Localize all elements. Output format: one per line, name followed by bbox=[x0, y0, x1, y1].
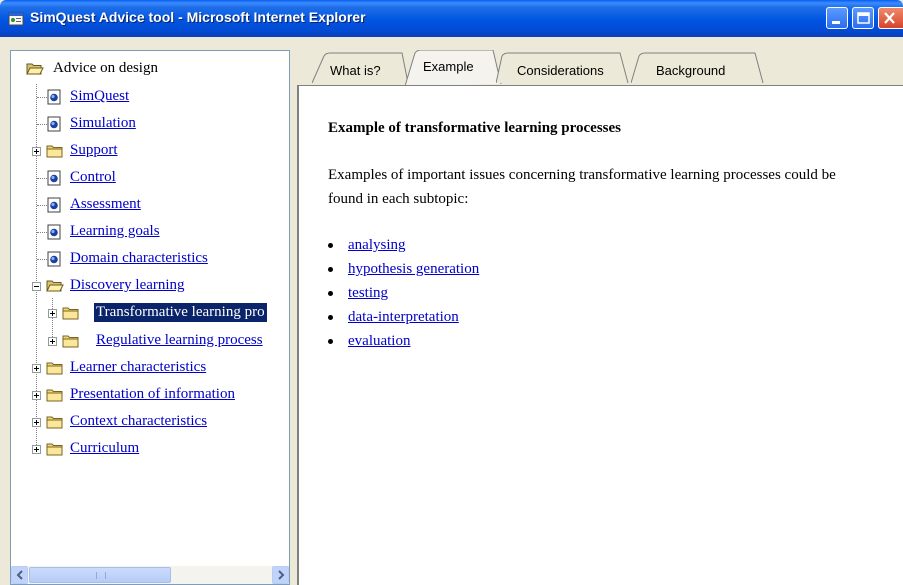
document-icon bbox=[47, 197, 61, 213]
minimize-button[interactable] bbox=[826, 7, 848, 29]
bullet bbox=[328, 267, 333, 272]
folder-icon bbox=[62, 335, 79, 348]
tab-what-is-label: What is? bbox=[330, 63, 381, 78]
document-icon bbox=[47, 116, 61, 132]
content-area: Example of transformative learning proce… bbox=[297, 85, 903, 585]
link-data-interpretation[interactable]: data-interpretation bbox=[348, 306, 459, 328]
expand-toggle[interactable] bbox=[48, 309, 57, 318]
link-analysing[interactable]: analysing bbox=[348, 234, 406, 256]
expand-toggle[interactable] bbox=[32, 391, 41, 400]
tree-item-simulation[interactable]: Simulation bbox=[68, 114, 138, 133]
tab-background-label: Background bbox=[656, 63, 726, 78]
tree-pane: Advice on design SimQuest Simulation Sup… bbox=[10, 50, 290, 585]
open-folder-icon bbox=[46, 280, 64, 292]
maximize-button[interactable] bbox=[852, 7, 874, 29]
tree-item-context-characteristics[interactable]: Context characteristics bbox=[68, 412, 209, 431]
tree-item-learning-goals[interactable]: Learning goals bbox=[68, 222, 162, 241]
maximize-icon bbox=[857, 12, 870, 24]
tree-item-domain-characteristics[interactable]: Domain characteristics bbox=[68, 249, 210, 268]
content-title: Example of transformative learning proce… bbox=[328, 120, 622, 136]
tree-item-learner-characteristics[interactable]: Learner characteristics bbox=[68, 358, 208, 377]
folder-icon bbox=[46, 389, 63, 402]
advice-tree: Advice on design SimQuest Simulation Sup… bbox=[11, 51, 289, 566]
tree-item-transformative-learning[interactable]: Transformative learning pro bbox=[94, 303, 267, 322]
tab-example[interactable]: Example bbox=[405, 50, 505, 86]
bullet bbox=[328, 243, 333, 248]
expand-toggle[interactable] bbox=[32, 445, 41, 454]
tree-item-assessment[interactable]: Assessment bbox=[68, 195, 143, 214]
close-icon bbox=[884, 12, 895, 24]
scroll-grip bbox=[96, 572, 106, 579]
collapse-toggle[interactable] bbox=[32, 282, 41, 291]
link-evaluation[interactable]: evaluation bbox=[348, 330, 410, 352]
document-icon bbox=[47, 170, 61, 186]
folder-icon bbox=[46, 145, 63, 158]
minimize-icon bbox=[832, 21, 840, 24]
app-icon bbox=[8, 12, 24, 26]
close-button[interactable] bbox=[878, 7, 903, 29]
tab-considerations[interactable]: Considerations bbox=[496, 50, 631, 84]
tree-item-control[interactable]: Control bbox=[68, 168, 118, 187]
tab-what-is[interactable]: What is? bbox=[312, 50, 412, 84]
content-paragraph: Examples of important issues concerning … bbox=[328, 167, 836, 207]
open-folder-icon bbox=[26, 63, 44, 75]
document-icon bbox=[47, 251, 61, 267]
window-title: SimQuest Advice tool - Microsoft Interne… bbox=[30, 9, 366, 25]
bullet bbox=[328, 315, 333, 320]
browser-window: SimQuest Advice tool - Microsoft Interne… bbox=[0, 0, 903, 585]
tree-item-simquest[interactable]: SimQuest bbox=[68, 87, 131, 106]
expand-toggle[interactable] bbox=[48, 337, 57, 346]
folder-icon bbox=[62, 307, 79, 320]
title-bar[interactable]: SimQuest Advice tool - Microsoft Interne… bbox=[0, 0, 903, 37]
scroll-thumb[interactable] bbox=[29, 567, 171, 583]
scroll-right-button[interactable] bbox=[272, 566, 289, 584]
document-icon bbox=[47, 224, 61, 240]
document-icon bbox=[47, 89, 61, 105]
horizontal-scrollbar[interactable] bbox=[11, 566, 289, 584]
tree-root-label[interactable]: Advice on design bbox=[51, 59, 160, 78]
expand-toggle[interactable] bbox=[32, 364, 41, 373]
expand-toggle[interactable] bbox=[32, 147, 41, 156]
tree-item-presentation-of-information[interactable]: Presentation of information bbox=[68, 385, 237, 404]
link-hypothesis-generation[interactable]: hypothesis generation bbox=[348, 258, 479, 280]
bullet bbox=[328, 339, 333, 344]
tree-item-support[interactable]: Support bbox=[68, 141, 120, 160]
arrow-left-icon bbox=[16, 570, 23, 580]
arrow-right-icon bbox=[278, 570, 285, 580]
tree-item-discovery-learning[interactable]: Discovery learning bbox=[68, 276, 187, 295]
expand-toggle[interactable] bbox=[32, 418, 41, 427]
tree-item-curriculum[interactable]: Curriculum bbox=[68, 439, 141, 458]
folder-icon bbox=[46, 416, 63, 429]
tree-item-regulative-learning[interactable]: Regulative learning process bbox=[94, 331, 265, 350]
folder-icon bbox=[46, 443, 63, 456]
bullet bbox=[328, 291, 333, 296]
tab-background[interactable]: Background bbox=[631, 50, 766, 84]
tab-considerations-label: Considerations bbox=[517, 63, 604, 78]
content-pane: What is? Example Considerations Backgrou… bbox=[297, 50, 903, 585]
folder-icon bbox=[46, 362, 63, 375]
scroll-left-button[interactable] bbox=[11, 566, 28, 584]
link-testing[interactable]: testing bbox=[348, 282, 388, 304]
tab-example-label: Example bbox=[423, 59, 474, 74]
